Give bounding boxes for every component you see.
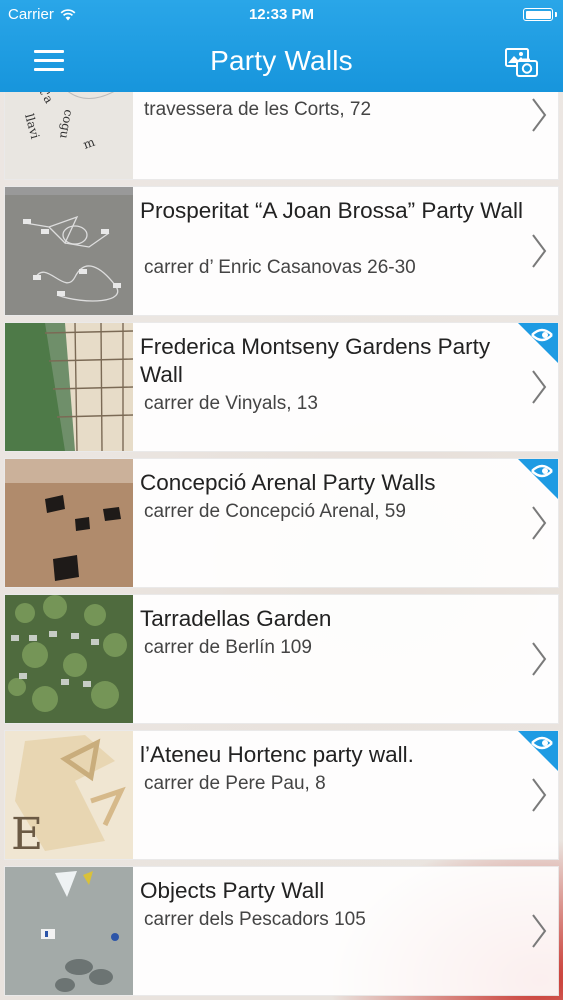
eye-badge-icon [518,731,558,771]
photo-camera-button[interactable] [503,44,539,80]
list-item[interactable]: E l’Ateneu Hortenc party wall. carrer de… [4,730,559,860]
chevron-right-icon [532,234,547,268]
chevron-right-icon [532,98,547,132]
chevron-right-icon [532,506,547,540]
list-item[interactable]: Prosperitat “A Joan Brossa” Party Wall c… [4,186,559,316]
item-address: carrer de Pere Pau, 8 [144,773,326,794]
party-walls-list: llavi t'a cogu m travessera de les Corts… [0,92,563,1000]
item-title: Objects Party Wall [140,878,325,903]
vertical-garden-thumbnail [5,595,133,723]
item-title: Frederica Montseny Gardens Party Wall [140,334,491,387]
list-item[interactable]: Frederica Montseny Gardens Party Wall ca… [4,322,559,452]
chevron-right-icon [532,778,547,812]
list-item[interactable]: Concepció Arenal Party Walls carrer de C… [4,458,559,588]
objects-wall-thumbnail [5,867,133,995]
item-title: Concepció Arenal Party Walls [140,470,436,495]
item-address: carrer de Vinyals, 13 [144,393,318,414]
photo-camera-icon [505,48,538,77]
scaffold-wall-thumbnail [5,323,133,451]
eye-badge-icon [518,323,558,363]
eye-badge-icon [518,459,558,499]
status-bar: Carrier 12:33 PM [0,0,563,30]
item-address: carrer d’ Enric Casanovas 26-30 [144,257,416,278]
item-address: carrer de Concepció Arenal, 59 [144,501,406,522]
list-item[interactable]: llavi t'a cogu m travessera de les Corts… [4,92,559,180]
chevron-right-icon [532,370,547,404]
letters-mural-thumbnail: E [5,731,133,859]
battery-icon [523,8,557,21]
svg-text:E: E [11,809,43,859]
chevron-right-icon [532,642,547,676]
brown-wall-windows-thumbnail [5,459,133,587]
item-title: Prosperitat “A Joan Brossa” Party Wall [140,198,524,223]
item-address: carrer dels Pescadors 105 [144,909,366,930]
page-title: Party Walls [210,45,353,76]
list-item[interactable]: Tarradellas Garden carrer de Berlín 109 [4,594,559,724]
item-title: l’Ateneu Hortenc party wall. [140,742,414,767]
rope-sculpture-thumbnail [5,187,133,315]
item-address: carrer de Berlín 109 [144,637,312,658]
chevron-right-icon [532,914,547,948]
list-item[interactable]: Objects Party Wall carrer dels Pescadors… [4,866,559,996]
status-time: 12:33 PM [248,6,315,23]
text-mural-thumbnail: llavi t'a cogu m [5,92,133,179]
item-address: travessera de les Corts, 72 [144,99,372,120]
item-title: Tarradellas Garden [140,606,332,631]
navigation-bar: Party Walls [0,30,563,92]
